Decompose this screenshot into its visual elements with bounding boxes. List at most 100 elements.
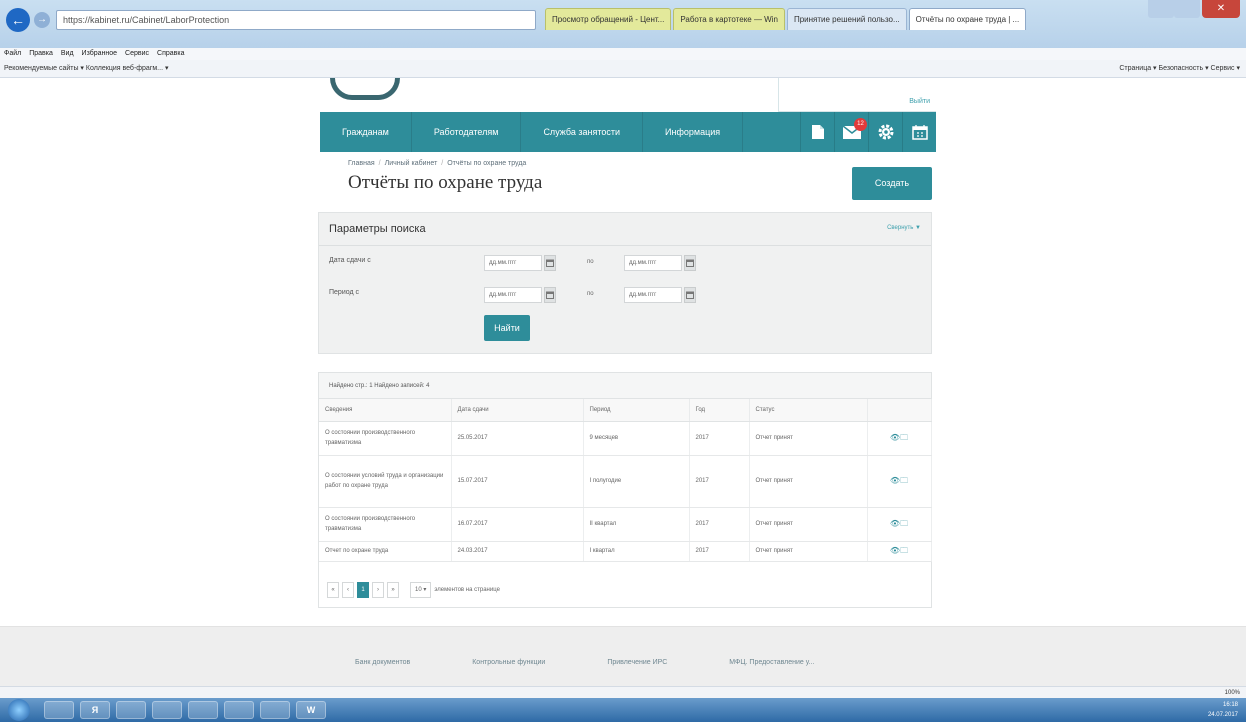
menu-item[interactable]: Сервис: [125, 48, 149, 60]
logout-link[interactable]: Выйти: [909, 98, 930, 105]
close-window-button[interactable]: ✕: [1202, 0, 1240, 18]
column-header[interactable]: Дата сдачи: [451, 399, 584, 422]
user-header: Выйти: [778, 78, 936, 112]
calendar-icon[interactable]: [902, 112, 936, 152]
table-row[interactable]: О состоянии условий труда и организации …: [319, 455, 932, 508]
favorites-bar: Рекомендуемые сайты ▾ Коллекция веб-фраг…: [0, 60, 1246, 78]
per-page-label: элементов на странице: [434, 587, 500, 593]
menu-item[interactable]: Избранное: [82, 48, 117, 60]
footer: Банк документов Контрольные функции Прив…: [0, 626, 1246, 686]
cell-date: 16.07.2017: [451, 507, 584, 542]
period-label: Период с: [329, 289, 359, 296]
browser-tab[interactable]: Работа в картотеке — Win: [673, 8, 785, 30]
word-icon[interactable]: W: [296, 701, 326, 719]
per-page-value: 10: [415, 587, 422, 593]
date-from-input[interactable]: дд.мм.гггг: [484, 255, 542, 271]
table-row[interactable]: Отчет по охране труда 24.03.2017 I кварт…: [319, 541, 932, 562]
browser-tab-active[interactable]: Отчёты по охране труда | ...: [908, 8, 1027, 30]
cell-date: 15.07.2017: [451, 455, 584, 508]
calendar-icon[interactable]: [684, 255, 696, 271]
column-header[interactable]: Сведения: [319, 399, 452, 422]
document-icon[interactable]: [800, 112, 834, 152]
messages-icon[interactable]: 12: [834, 112, 868, 152]
view-icon[interactable]: 👁🗀: [867, 421, 932, 456]
view-icon[interactable]: 👁🗀: [867, 507, 932, 542]
yandex-icon[interactable]: Я: [80, 701, 110, 719]
app-icon[interactable]: [116, 701, 146, 719]
period-from-input[interactable]: дд.мм.гггг: [484, 287, 542, 303]
cell-info: О состоянии условий труда и организации …: [319, 455, 452, 508]
to-label: по: [587, 259, 594, 265]
nav-employment-service[interactable]: Служба занятости: [521, 112, 644, 152]
table-row[interactable]: О состоянии производственного травматизм…: [319, 507, 932, 542]
footer-link[interactable]: Банк документов: [355, 659, 410, 666]
app-icon[interactable]: [188, 701, 218, 719]
footer-link[interactable]: Привлечение ИРС: [607, 659, 667, 666]
nav-employers[interactable]: Работодателям: [412, 112, 522, 152]
folder-icon[interactable]: [224, 701, 254, 719]
start-button[interactable]: [8, 699, 30, 721]
column-header[interactable]: Статус: [749, 399, 868, 422]
cell-year: 2017: [689, 541, 750, 562]
nav-citizens[interactable]: Гражданам: [320, 112, 412, 152]
pager-last[interactable]: »: [387, 582, 399, 598]
command-bar[interactable]: Страница ▾ Безопасность ▾ Сервис ▾: [1119, 60, 1240, 78]
cell-year: 2017: [689, 421, 750, 456]
address-bar[interactable]: https://kabinet.ru/Cabinet/LaborProtecti…: [56, 10, 536, 30]
browser-tab[interactable]: Просмотр обращений - Цент...: [545, 8, 672, 30]
date-label: Дата сдачи с: [329, 257, 371, 264]
ie-icon[interactable]: [44, 701, 74, 719]
cell-date: 25.05.2017: [451, 421, 584, 456]
calendar-icon[interactable]: [684, 287, 696, 303]
messages-badge: 12: [854, 118, 867, 131]
browser-statusbar: 100%: [0, 686, 1246, 698]
date-to-input[interactable]: дд.мм.гггг: [624, 255, 682, 271]
per-page-select[interactable]: 10 ▾: [410, 582, 432, 598]
view-icon[interactable]: 👁🗀: [867, 541, 932, 562]
back-button[interactable]: ←: [6, 8, 30, 32]
pager-current[interactable]: 1: [357, 582, 369, 598]
app-icon[interactable]: [260, 701, 290, 719]
cell-info: О состоянии производственного травматизм…: [319, 507, 452, 542]
search-panel: Параметры поиска Свернуть ▼ Дата сдачи с…: [318, 212, 932, 354]
calendar-icon[interactable]: [544, 287, 556, 303]
browser-titlebar: ← → https://kabinet.ru/Cabinet/LaborProt…: [0, 0, 1246, 48]
view-icon[interactable]: 👁🗀: [867, 455, 932, 508]
minimize-button[interactable]: [1148, 0, 1174, 18]
column-header[interactable]: Период: [583, 399, 690, 422]
breadcrumb-current: Отчёты по охране труда: [447, 160, 527, 167]
pager-prev[interactable]: ‹: [342, 582, 354, 598]
calendar-icon[interactable]: [544, 255, 556, 271]
clock-date: 24.07.2017: [1207, 712, 1238, 718]
table-row[interactable]: О состоянии производственного травматизм…: [319, 421, 932, 456]
pagination: « ‹ 1 › » 10 ▾ элементов на странице: [327, 581, 500, 599]
gear-icon[interactable]: [868, 112, 902, 152]
system-clock: 16:18 24.07.2017: [1208, 700, 1238, 720]
browser-tab[interactable]: Принятие решений пользо...: [786, 8, 907, 30]
site-logo[interactable]: [330, 78, 400, 100]
forward-button[interactable]: →: [34, 12, 50, 28]
footer-link[interactable]: МФЦ. Предоставление у...: [729, 659, 814, 666]
results-table: Сведения Дата сдачи Период Год Статус О …: [319, 399, 932, 562]
maximize-button[interactable]: [1174, 0, 1200, 18]
nav-information[interactable]: Информация: [643, 112, 744, 152]
menu-item[interactable]: Файл: [4, 48, 21, 60]
favorites-links[interactable]: Рекомендуемые сайты ▾ Коллекция веб-фраг…: [4, 65, 168, 72]
breadcrumb-home[interactable]: Главная: [348, 160, 375, 167]
menu-item[interactable]: Справка: [157, 48, 184, 60]
pager-next[interactable]: ›: [372, 582, 384, 598]
browser-menubar: Файл Правка Вид Избранное Сервис Справка: [0, 48, 1246, 60]
collapse-link[interactable]: Свернуть ▼: [887, 225, 921, 231]
period-to-input[interactable]: дд.мм.гггг: [624, 287, 682, 303]
cell-status: Отчет принят: [749, 507, 868, 542]
app-icon[interactable]: [152, 701, 182, 719]
cell-year: 2017: [689, 507, 750, 542]
pager-first[interactable]: «: [327, 582, 339, 598]
column-header[interactable]: Год: [689, 399, 750, 422]
create-button[interactable]: Создать: [852, 167, 932, 200]
footer-link[interactable]: Контрольные функции: [472, 659, 545, 666]
menu-item[interactable]: Вид: [61, 48, 74, 60]
menu-item[interactable]: Правка: [29, 48, 53, 60]
breadcrumb-cabinet[interactable]: Личный кабинет: [385, 160, 438, 167]
find-button[interactable]: Найти: [484, 315, 530, 341]
